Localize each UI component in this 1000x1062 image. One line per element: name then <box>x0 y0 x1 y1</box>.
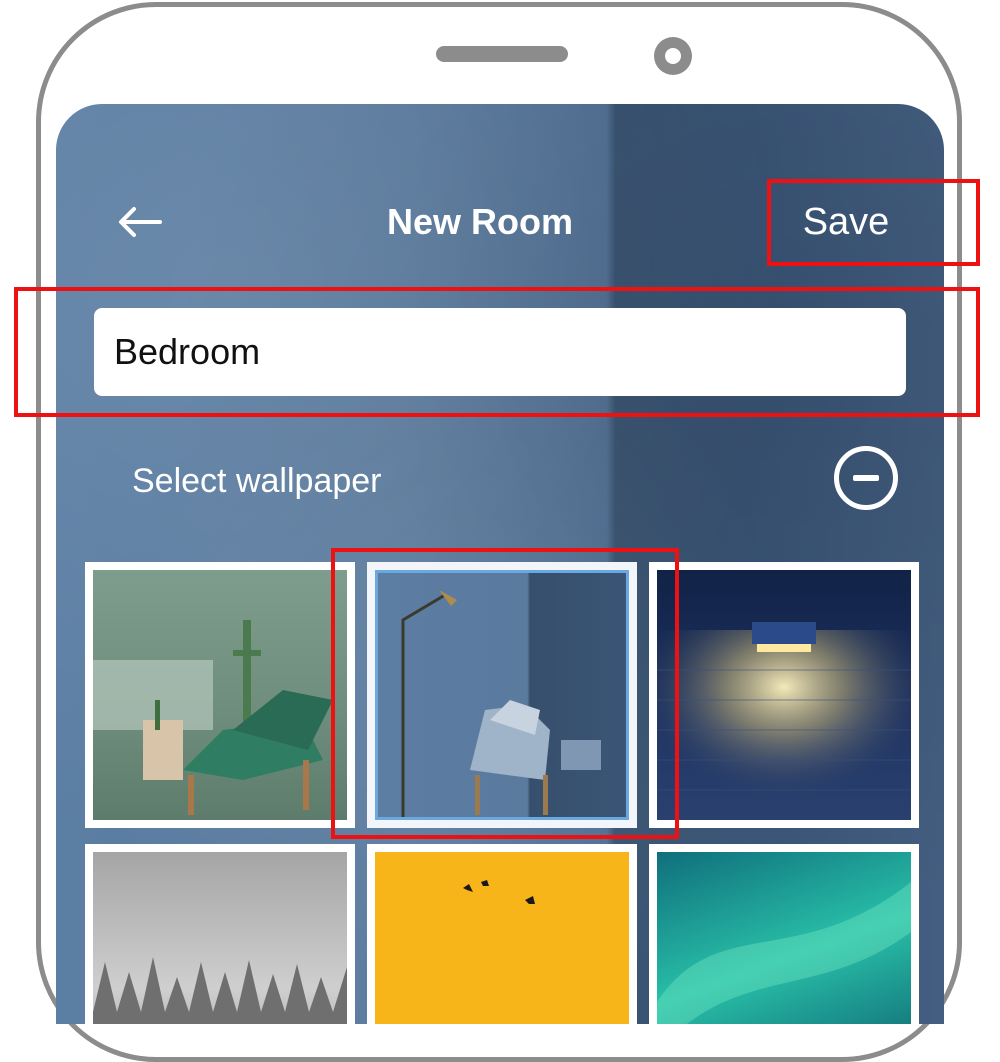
wallpaper-image <box>93 852 347 1024</box>
selected-wallpaper-highlight <box>331 548 679 839</box>
wallpaper-tile-aurora[interactable] <box>649 844 919 1024</box>
arrow-left-icon <box>119 207 162 237</box>
wallpaper-image <box>657 570 911 820</box>
forest-icon <box>93 957 347 1024</box>
birds-icon <box>463 880 535 904</box>
phone-speaker <box>436 46 568 62</box>
phone-camera <box>654 37 692 75</box>
wallpaper-tile-yellow-birds[interactable] <box>367 844 637 1024</box>
wallpaper-image <box>375 852 629 1024</box>
wallpaper-image <box>93 570 347 820</box>
save-button-highlight <box>767 179 980 266</box>
wall-lamp-icon <box>657 622 911 820</box>
wallpaper-image <box>657 852 911 1024</box>
wallpaper-tile-green-armchair[interactable] <box>85 562 355 828</box>
back-button[interactable] <box>116 202 162 242</box>
armchair-icon <box>93 620 333 815</box>
page-title: New Room <box>386 201 573 242</box>
wallpaper-tile-foggy-forest[interactable] <box>85 844 355 1024</box>
select-wallpaper-label: Select wallpaper <box>132 462 382 500</box>
wallpaper-tile-brick-wall[interactable] <box>649 562 919 828</box>
aurora-icon <box>657 882 911 1024</box>
minus-circle-icon[interactable] <box>834 446 898 510</box>
room-name-input-highlight <box>14 287 980 417</box>
